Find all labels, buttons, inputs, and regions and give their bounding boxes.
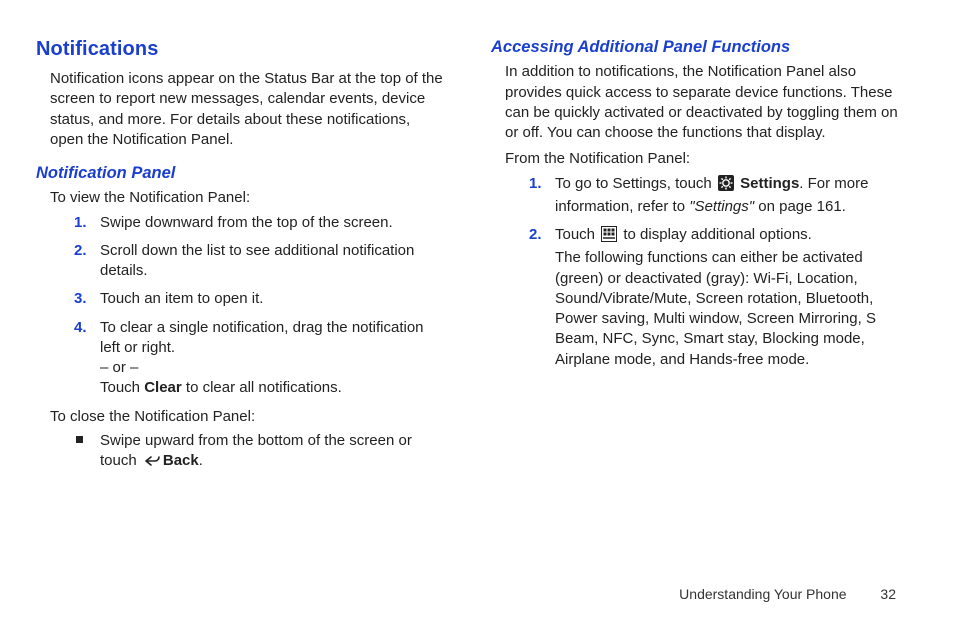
page-number: 32 xyxy=(880,586,896,602)
step4-pre: Touch xyxy=(100,379,144,396)
back-bold: Back xyxy=(163,452,199,469)
rstep-2: 2. Touch to display additional options. … xyxy=(529,225,898,370)
close-post: . xyxy=(199,452,203,469)
right-steps: 1. To go to Settings, touch Settings. Fo… xyxy=(491,174,898,370)
step4-line1: To clear a single notification, drag the… xyxy=(100,319,424,356)
s1-a: To go to Settings, touch xyxy=(555,175,716,192)
right-intro: In addition to notifications, the Notifi… xyxy=(491,62,898,143)
step-text: Scroll down the list to see additional n… xyxy=(100,242,414,279)
from-panel: From the Notification Panel: xyxy=(491,149,898,169)
step-text: Touch an item to open it. xyxy=(100,290,263,307)
s2-b: to display additional options. xyxy=(619,226,812,243)
page-footer: Understanding Your Phone 32 xyxy=(679,586,896,602)
chapter-title: Understanding Your Phone xyxy=(679,586,846,602)
steps-list: 1.Swipe downward from the top of the scr… xyxy=(36,213,443,399)
close-item: Swipe upward from the bottom of the scre… xyxy=(74,431,443,475)
heading-notification-panel: Notification Panel xyxy=(36,162,443,184)
s2-a: Touch xyxy=(555,226,599,243)
step-2: 2.Scroll down the list to see additional… xyxy=(74,241,443,282)
back-icon xyxy=(143,454,161,474)
right-column: Accessing Additional Panel Functions In … xyxy=(491,36,898,474)
grid-icon xyxy=(601,226,617,248)
view-intro: To view the Notification Panel: xyxy=(36,188,443,208)
step-3: 3.Touch an item to open it. xyxy=(74,289,443,309)
left-column: Notifications Notification icons appear … xyxy=(36,36,443,474)
s1-c: on page 161. xyxy=(754,198,846,215)
step4-post: to clear all notifications. xyxy=(182,379,342,396)
clear-bold: Clear xyxy=(144,379,182,396)
rstep-1: 1. To go to Settings, touch Settings. Fo… xyxy=(529,174,898,218)
close-list: Swipe upward from the bottom of the scre… xyxy=(36,431,443,475)
gear-icon xyxy=(718,175,734,197)
step-4: 4. To clear a single notification, drag … xyxy=(74,318,443,399)
step-1: 1.Swipe downward from the top of the scr… xyxy=(74,213,443,233)
settings-bold: Settings xyxy=(740,175,799,192)
close-intro: To close the Notification Panel: xyxy=(36,407,443,427)
step-text: Swipe downward from the top of the scree… xyxy=(100,214,393,231)
intro-text: Notification icons appear on the Status … xyxy=(36,69,443,150)
heading-additional-functions: Accessing Additional Panel Functions xyxy=(491,36,898,58)
step4-or: – or – xyxy=(100,359,138,376)
settings-ref: "Settings" xyxy=(689,198,754,215)
heading-notifications: Notifications xyxy=(36,36,443,63)
s2-body: The following functions can either be ac… xyxy=(555,249,876,367)
